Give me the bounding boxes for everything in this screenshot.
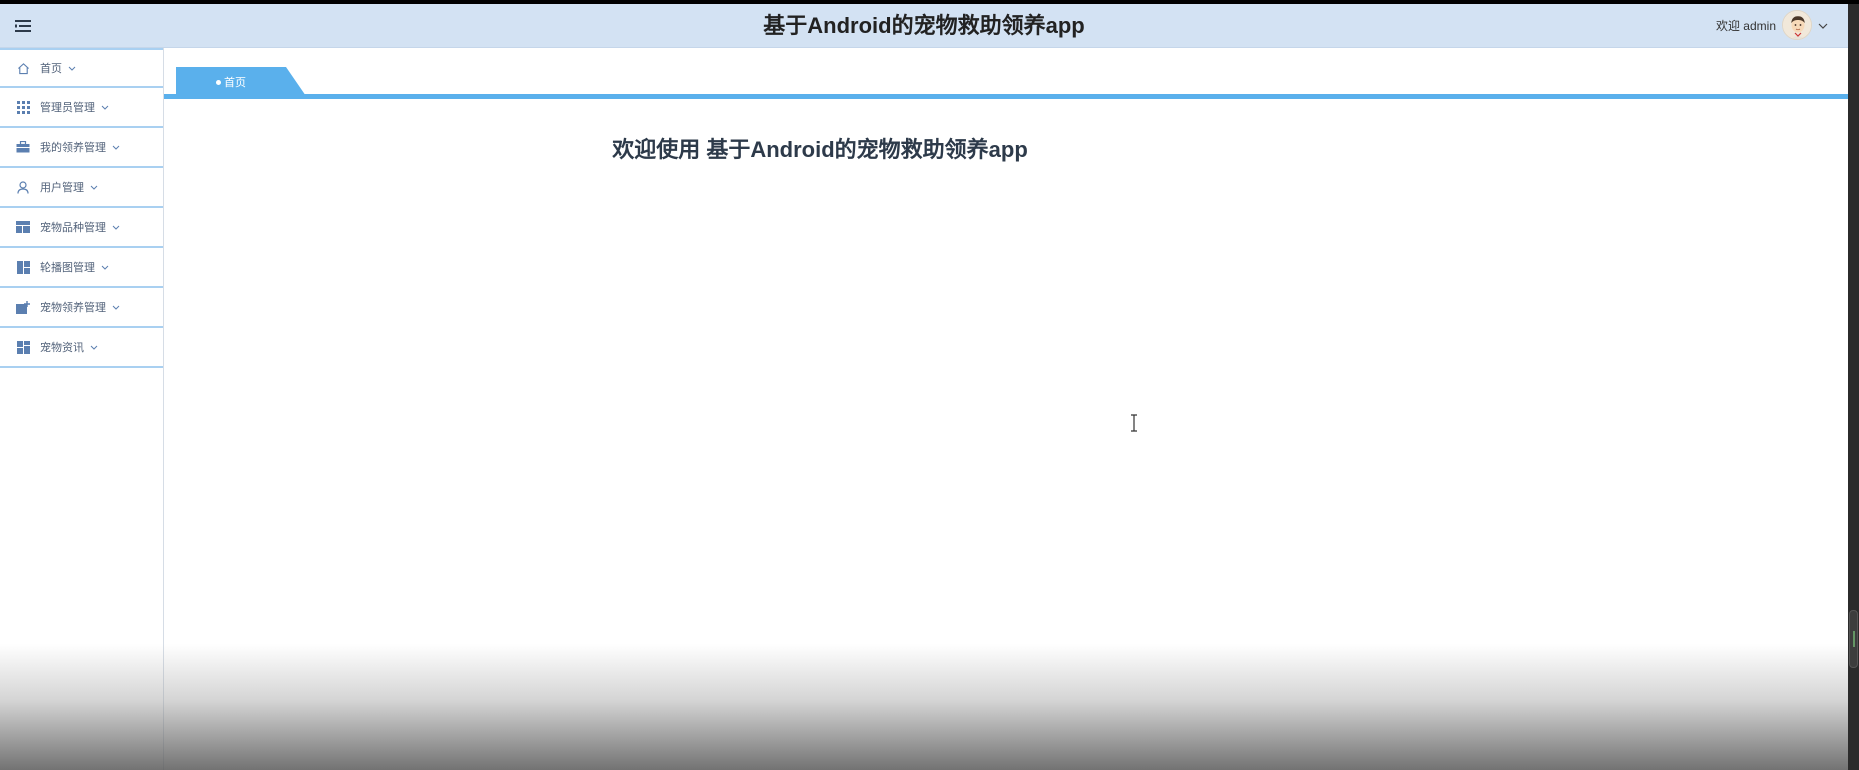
sidebar-item-label: 管理员管理 <box>40 102 95 114</box>
chevron-down-icon <box>90 345 98 350</box>
text-cursor-icon <box>1129 414 1139 432</box>
layout-icon <box>16 220 30 234</box>
tab-label: 首页 <box>224 77 246 89</box>
chevron-down-icon <box>112 305 120 310</box>
sidebar-item-pet-adoption-management[interactable]: 宠物领养管理 <box>0 288 163 328</box>
grid-icon <box>16 100 30 114</box>
chevron-down-icon <box>68 66 76 71</box>
briefcase-icon <box>16 140 30 154</box>
sidebar-item-label: 首页 <box>40 63 62 75</box>
active-dot-icon <box>216 79 221 85</box>
sidebar-item-carousel-management[interactable]: 轮播图管理 <box>0 248 163 288</box>
chevron-down-icon <box>112 225 120 230</box>
tab-underline <box>164 94 1848 99</box>
sidebar-item-pet-breed-management[interactable]: 宠物品种管理 <box>0 208 163 248</box>
chevron-down-icon[interactable] <box>1818 16 1828 34</box>
sidebar-item-label: 轮播图管理 <box>40 262 95 274</box>
dashboard-icon <box>16 260 30 274</box>
sidebar-item-label: 宠物资讯 <box>40 342 84 354</box>
sidebar-item-pet-news[interactable]: 宠物资讯 <box>0 328 163 368</box>
blocks-icon <box>16 340 30 354</box>
user-menu[interactable]: 欢迎 admin <box>1716 8 1828 42</box>
sidebar-item-label: 我的领养管理 <box>40 142 106 154</box>
sidebar: 首页 管理员管理 我的领养管理 用户管理 宠物品种管理 轮播图管理 宠物领养管理… <box>0 48 164 770</box>
chevron-down-icon <box>112 145 120 150</box>
chevron-down-icon <box>90 185 98 190</box>
welcome-heading: 欢迎使用 基于Android的宠物救助领养app <box>612 137 1028 162</box>
sidebar-item-label: 宠物品种管理 <box>40 222 106 234</box>
hamburger-menu-icon[interactable] <box>12 15 34 37</box>
chevron-down-icon <box>101 265 109 270</box>
app-window: 基于Android的宠物救助领养app 欢迎 admin 首页 管理员管理 我的… <box>0 4 1848 770</box>
bottom-shadow-overlay <box>0 644 1848 770</box>
home-icon <box>16 61 30 75</box>
image-add-icon <box>16 300 30 314</box>
sidebar-item-label: 用户管理 <box>40 182 84 194</box>
top-header: 基于Android的宠物救助领养app 欢迎 admin <box>0 4 1848 48</box>
chevron-down-icon <box>101 105 109 110</box>
user-icon <box>16 180 30 194</box>
sidebar-item-user-management[interactable]: 用户管理 <box>0 168 163 208</box>
sidebar-item-home[interactable]: 首页 <box>0 48 163 88</box>
sidebar-item-my-adoption-management[interactable]: 我的领养管理 <box>0 128 163 168</box>
welcome-user-text: 欢迎 admin <box>1715 18 1776 33</box>
user-avatar[interactable] <box>1782 10 1812 40</box>
scrollbar-thumb[interactable] <box>1849 610 1858 668</box>
app-title: 基于Android的宠物救助领养app <box>763 13 1085 38</box>
sidebar-item-admin-management[interactable]: 管理员管理 <box>0 88 163 128</box>
sidebar-item-label: 宠物领养管理 <box>40 302 106 314</box>
